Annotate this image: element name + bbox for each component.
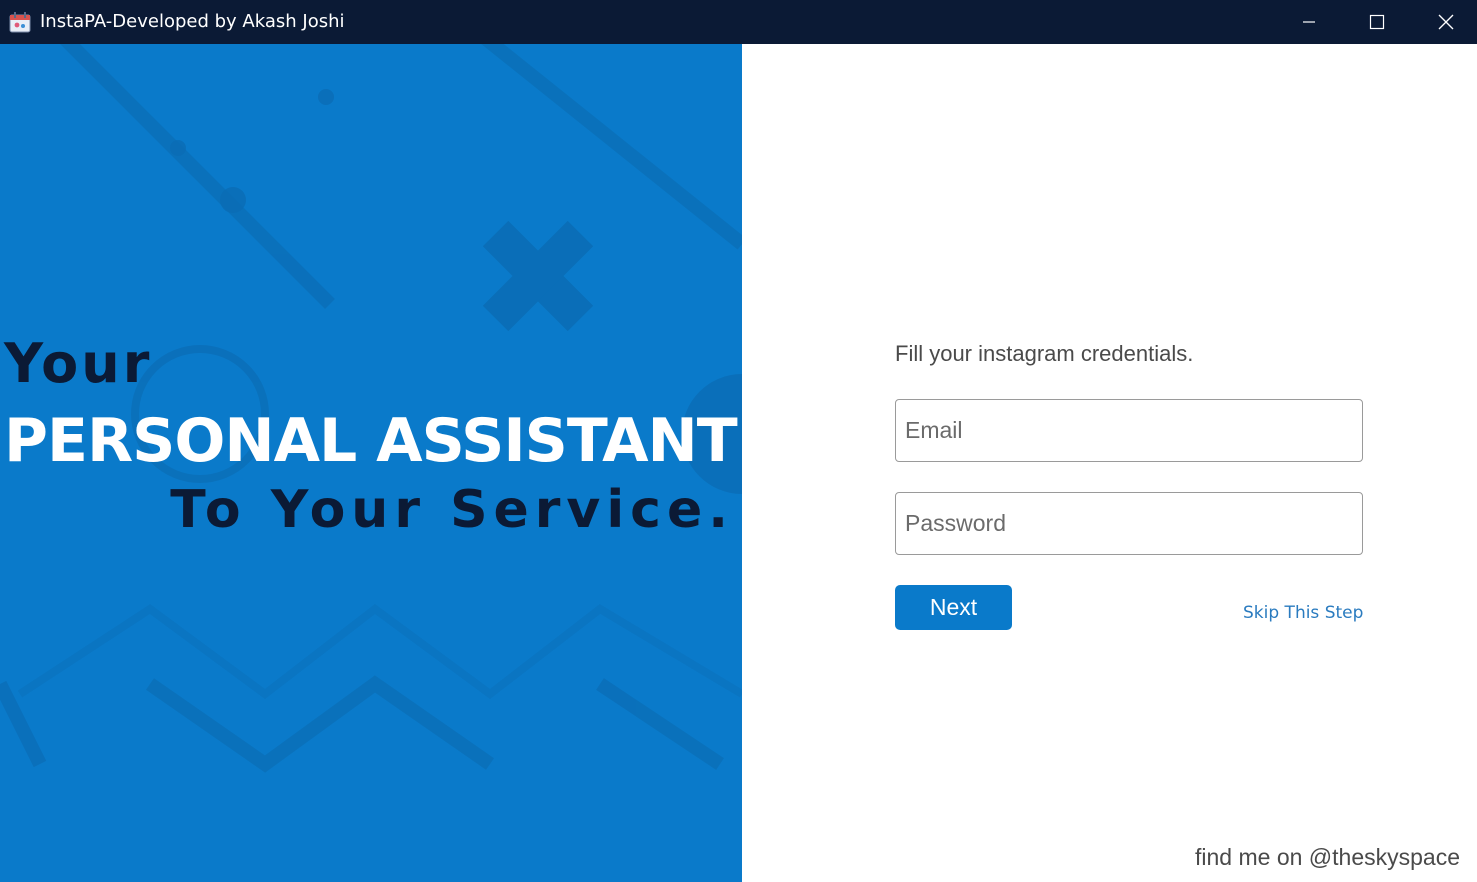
app-calendar-icon [9,11,31,33]
email-field[interactable] [895,399,1363,462]
hero-panel: Your PERSONAL ASSISTANT To Your Service. [0,44,742,882]
window-title: InstaPA-Developed by Akash Joshi [40,11,345,32]
hero-line-to-your-service: To Your Service. [170,480,734,540]
hero-line-personal-assistant: PERSONAL ASSISTANT [4,406,738,476]
minimize-button[interactable] [1286,0,1332,44]
maximize-icon [1369,14,1385,30]
maximize-button[interactable] [1354,0,1400,44]
hero-line-your: Your [4,332,153,395]
skip-step-link[interactable]: Skip This Step [1243,603,1363,623]
close-icon [1438,14,1454,30]
close-button[interactable] [1423,0,1469,44]
next-button[interactable]: Next [895,585,1012,630]
form-instructions: Fill your instagram credentials. [895,341,1194,366]
footer-credit: find me on @theskyspace [1195,844,1460,870]
minimize-icon [1303,21,1315,23]
title-bar[interactable]: InstaPA-Developed by Akash Joshi [0,0,1477,44]
login-panel: Fill your instagram credentials. Next Sk… [742,44,1477,882]
password-field[interactable] [895,492,1363,555]
